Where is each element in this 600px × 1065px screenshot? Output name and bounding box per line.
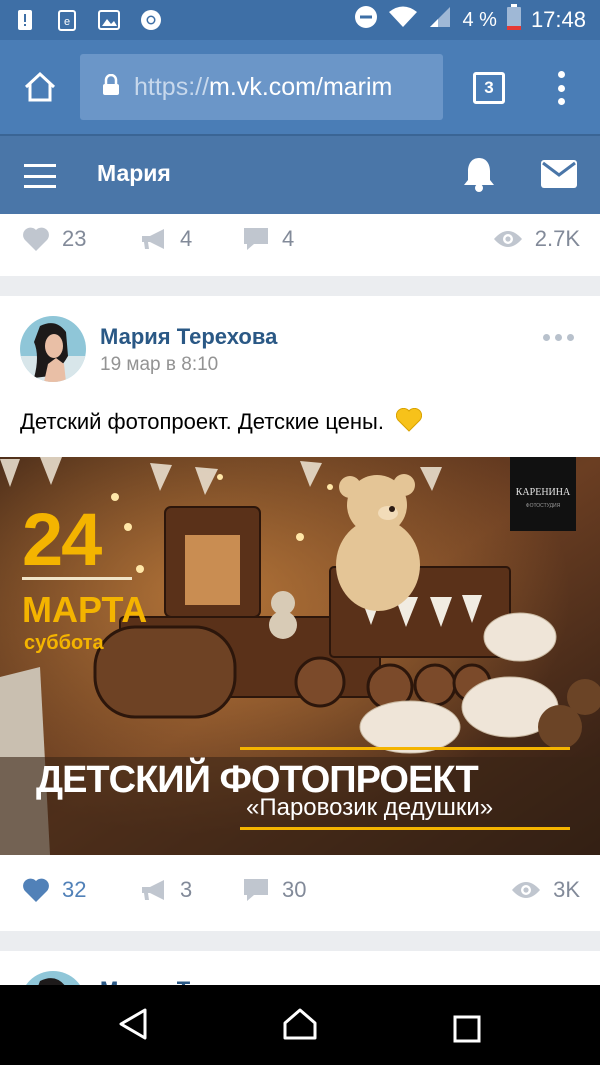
post-author-name[interactable]: Мария Терехова [100,324,277,350]
post-date[interactable]: 19 мар в 8:10 [100,354,218,376]
signal-icon [428,5,452,35]
eye-icon [493,231,522,247]
image-month: МАРТА [22,589,147,630]
like-button[interactable]: 23 [22,226,86,252]
post-text: Детский фотопроект. Детские цены. [20,407,423,438]
home-button[interactable] [0,40,80,134]
url-scheme: https:// [134,72,210,101]
clipboard-icon: e [56,9,78,31]
repost-button[interactable]: 3 [140,877,192,903]
eye-icon [512,882,541,898]
alert-icon [14,9,36,31]
comment-button[interactable]: 4 [242,226,294,252]
clock: 17:48 [530,7,586,32]
tab-switcher-button[interactable]: 3 [473,72,505,104]
image-weekday: суббота [24,632,104,654]
menu-icon[interactable] [24,164,56,188]
back-icon[interactable] [117,1007,149,1046]
post-card: Мария Терехова 19 мар в 8:10 Детский фот… [0,296,600,931]
megaphone-icon [142,880,164,900]
like-count: 23 [62,226,87,251]
wifi-icon [388,5,418,35]
image-subtitle: «Паровозик дедушки» [246,794,493,821]
messages-envelope-icon[interactable] [541,160,577,193]
svg-text:ФОТОСТУДИЯ: ФОТОСТУДИЯ [526,503,561,509]
views-counter: 3K [511,877,580,903]
lock-icon [102,73,120,101]
repost-count: 3 [180,877,193,902]
status-bar: e 4 % 17:48 [0,0,600,40]
view-count: 3K [553,877,580,902]
battery-percent: 4 % [462,8,497,31]
comment-count: 30 [282,877,307,902]
android-nav-bar [0,985,600,1065]
url-host: m.vk.com/marim [209,72,393,101]
image-icon [98,9,120,31]
notifications-bell-icon[interactable] [462,156,496,197]
views-counter: 2.7K [493,226,580,252]
vk-header: Мария [0,134,600,214]
home-nav-icon[interactable] [282,1007,318,1046]
repost-button[interactable]: 4 [140,226,192,252]
post-author-name[interactable]: Мария Т [100,977,190,985]
svg-text:e: e [64,16,70,28]
previous-post-card: 23 4 4 2.7K [0,214,600,276]
yellow-heart-icon [396,407,423,438]
browser-menu-button[interactable] [548,68,574,108]
megaphone-icon [142,229,164,249]
browser-toolbar: https://m.vk.com/marim 3 [0,40,600,134]
comment-button[interactable]: 30 [242,877,306,903]
like-count: 32 [62,877,87,902]
image-day: 24 [22,498,102,581]
do-not-disturb-icon [354,5,378,35]
avatar[interactable] [20,316,86,382]
comment-count: 4 [282,226,295,251]
avatar[interactable] [20,971,86,985]
like-button[interactable]: 32 [22,877,86,903]
battery-icon [506,4,521,36]
address-bar[interactable]: https://m.vk.com/marim [80,54,443,120]
home-icon [24,71,56,102]
studio-logo: КАРЕНИНА [516,487,571,498]
post-image[interactable]: КАРЕНИНА ФОТОСТУДИЯ 24 МАРТА суббота ДЕТ… [0,457,600,855]
chrome-icon [140,9,162,31]
post-more-options[interactable] [543,334,574,341]
view-count: 2.7K [534,226,580,251]
page-title: Мария [97,160,171,186]
recent-apps-icon[interactable] [453,1015,481,1048]
comment-icon [244,879,268,901]
comment-icon [244,228,268,250]
repost-count: 4 [180,226,193,251]
next-post-card: Мария Т [0,951,600,985]
heart-icon [23,878,49,902]
heart-icon [23,227,49,251]
